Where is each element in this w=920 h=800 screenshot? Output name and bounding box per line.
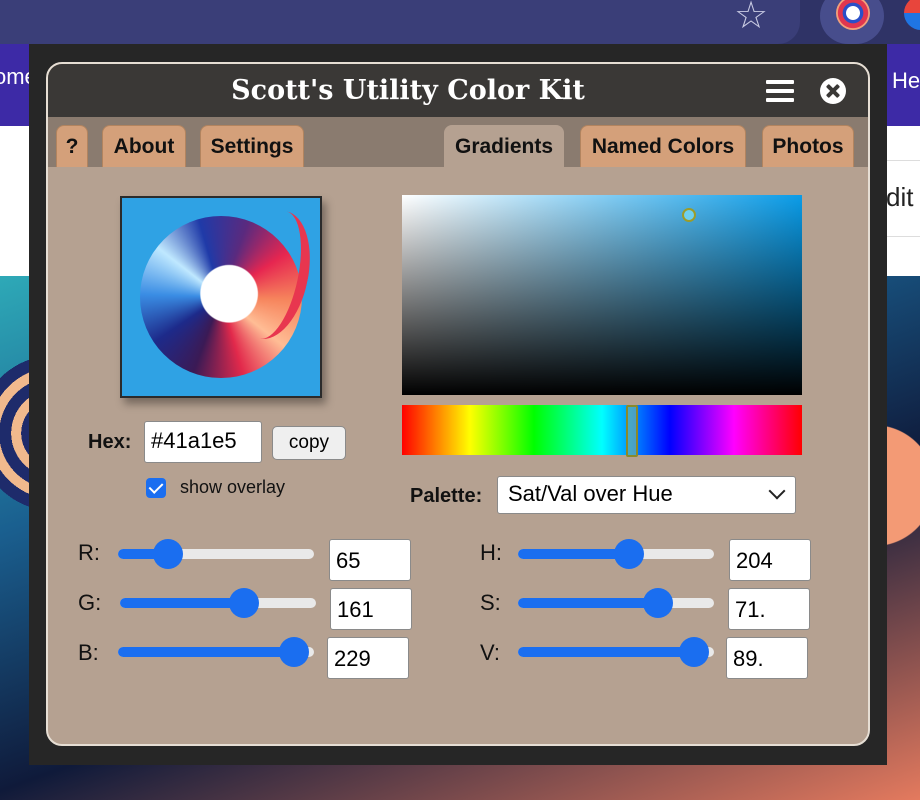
close-icon[interactable] [820,78,846,104]
b-slider[interactable] [118,637,314,667]
r-slider-thumb[interactable] [152,539,183,569]
v-label: V: [480,640,500,665]
color-preview-image [120,196,322,398]
hex-input[interactable]: #41a1e5 [144,421,262,463]
g-slider-thumb[interactable] [228,588,259,618]
h-slider[interactable] [518,539,714,569]
show-overlay-checkbox[interactable] [146,478,166,498]
b-label: B: [78,640,99,665]
g-input[interactable]: 161 [330,588,412,630]
palette-label: Palette: [410,485,483,507]
saturation-value-picker[interactable] [402,195,802,395]
b-input[interactable]: 229 [327,637,409,679]
r-input[interactable]: 65 [329,539,411,581]
s-input[interactable]: 71. [728,588,810,630]
tab-photos[interactable]: Photos [762,125,854,167]
copy-button[interactable]: copy [272,426,346,460]
g-slider[interactable] [120,588,316,618]
v-slider-fill [518,647,694,657]
s-label: S: [480,590,501,615]
s-slider-fill [518,598,659,608]
chevron-down-icon [768,482,786,500]
divider [886,236,920,237]
popup-titlebar: Scott's Utility Color Kit [48,64,868,117]
g-label: G: [78,590,102,615]
divider [886,160,920,161]
sv-picker-marker[interactable] [682,208,696,222]
bookmark-star-icon[interactable]: ☆ [734,0,768,38]
tab-named-colors[interactable]: Named Colors [580,125,746,167]
h-input[interactable]: 204 [729,539,811,581]
v-input[interactable]: 89. [726,637,808,679]
r-slider[interactable] [118,539,314,569]
tab-settings[interactable]: Settings [200,125,304,167]
hue-marker[interactable] [626,405,638,457]
tab-strip: ? About Settings Gradients Named Colors … [48,117,868,167]
b-slider-fill [118,647,294,657]
color-kit-popup: Scott's Utility Color Kit ? About Settin… [46,62,870,746]
hue-slider-bar[interactable] [402,405,802,455]
page-edit-text[interactable]: dit [886,182,913,213]
s-slider-thumb[interactable] [643,588,674,618]
v-slider-thumb[interactable] [679,637,709,667]
show-overlay-label: show overlay [180,477,286,497]
address-bar[interactable] [0,0,800,44]
g-slider-fill [120,598,244,608]
hex-label: Hex: [88,431,132,453]
palette-selected-value: Sat/Val over Hue [508,481,673,506]
s-slider[interactable] [518,588,714,618]
v-slider[interactable] [518,637,714,667]
tab-about[interactable]: About [102,125,186,167]
b-slider-thumb[interactable] [279,637,309,667]
popup-title: Scott's Utility Color Kit [231,75,585,106]
tab-gradients[interactable]: Gradients [444,125,564,167]
tab-help[interactable]: ? [56,125,88,167]
hamburger-menu-icon[interactable] [766,80,794,102]
palette-select[interactable]: Sat/Val over Hue [497,476,796,514]
nav-link-help[interactable]: He [892,68,920,94]
r-label: R: [78,540,100,565]
h-slider-thumb[interactable] [614,539,645,569]
h-slider-fill [518,549,630,559]
h-label: H: [480,540,502,565]
